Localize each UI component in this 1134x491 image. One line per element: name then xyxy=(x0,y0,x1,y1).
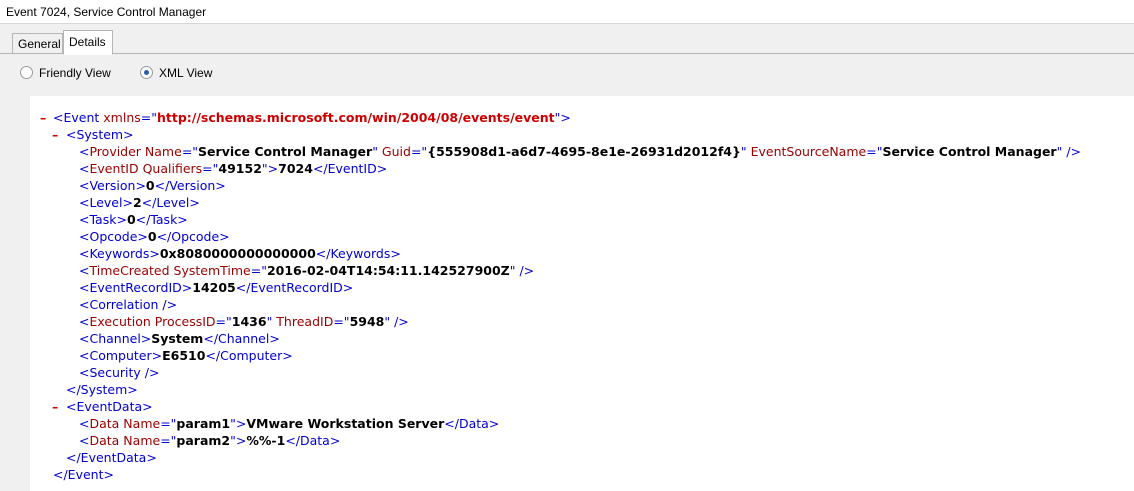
window-title: Event 7024, Service Control Manager xyxy=(6,5,207,19)
xml-view-pane: – <Event xmlns="http://schemas.microsoft… xyxy=(30,96,1134,491)
collapse-event-toggle[interactable]: – xyxy=(40,109,46,126)
xml-event-open: <Event xmlns="http://schemas.microsoft.c… xyxy=(53,110,571,125)
xml-opcode: <Opcode>0</Opcode> xyxy=(79,229,230,244)
xml-view-label[interactable]: XML View xyxy=(159,66,212,80)
xml-version: <Version>0</Version> xyxy=(79,178,226,193)
radio-selected-dot xyxy=(144,70,149,75)
xml-timecreated: <TimeCreated SystemTime="2016-02-04T14:5… xyxy=(79,263,535,278)
xml-data-param1: <Data Name="param1">VMware Workstation S… xyxy=(79,416,500,431)
xml-eventrecordid: <EventRecordID>14205</EventRecordID> xyxy=(79,280,354,295)
xml-provider: <Provider Name="Service Control Manager"… xyxy=(79,144,1082,159)
title-bar: Event 7024, Service Control Manager xyxy=(0,0,1134,24)
friendly-view-radio[interactable] xyxy=(20,66,33,79)
xml-event-close: </Event> xyxy=(53,467,114,482)
event-ns-url: http://schemas.microsoft.com/win/2004/08… xyxy=(156,110,555,125)
xml-channel: <Channel>System</Channel> xyxy=(79,331,280,346)
xml-eventdata-close: </EventData> xyxy=(66,450,157,465)
xml-system-open: <System> xyxy=(66,127,134,142)
xml-system-close: </System> xyxy=(66,382,138,397)
xml-eventdata-open: <EventData> xyxy=(66,399,153,414)
tab-details[interactable]: Details xyxy=(63,30,113,55)
tab-general[interactable]: General xyxy=(12,33,63,54)
xml-data-param2: <Data Name="param2">%%-1</Data> xyxy=(79,433,341,448)
event-ns-attr: xmlns xyxy=(103,110,141,125)
collapse-eventdata-toggle[interactable]: – xyxy=(52,398,58,415)
friendly-view-label[interactable]: Friendly View xyxy=(39,66,111,80)
xml-eventid: <EventID Qualifiers="49152">7024</EventI… xyxy=(79,161,388,176)
xml-keywords: <Keywords>0x8080000000000000</Keywords> xyxy=(79,246,401,261)
xml-view-radio[interactable] xyxy=(140,66,153,79)
xml-task: <Task>0</Task> xyxy=(79,212,188,227)
xml-correlation: <Correlation /> xyxy=(79,297,178,312)
xml-level: <Level>2</Level> xyxy=(79,195,200,210)
xml-security: <Security /> xyxy=(79,365,160,380)
collapse-system-toggle[interactable]: – xyxy=(52,126,58,143)
xml-computer: <Computer>E6510</Computer> xyxy=(79,348,293,363)
tab-divider xyxy=(0,53,1134,54)
xml-execution: <Execution ProcessID="1436" ThreadID="59… xyxy=(79,314,409,329)
